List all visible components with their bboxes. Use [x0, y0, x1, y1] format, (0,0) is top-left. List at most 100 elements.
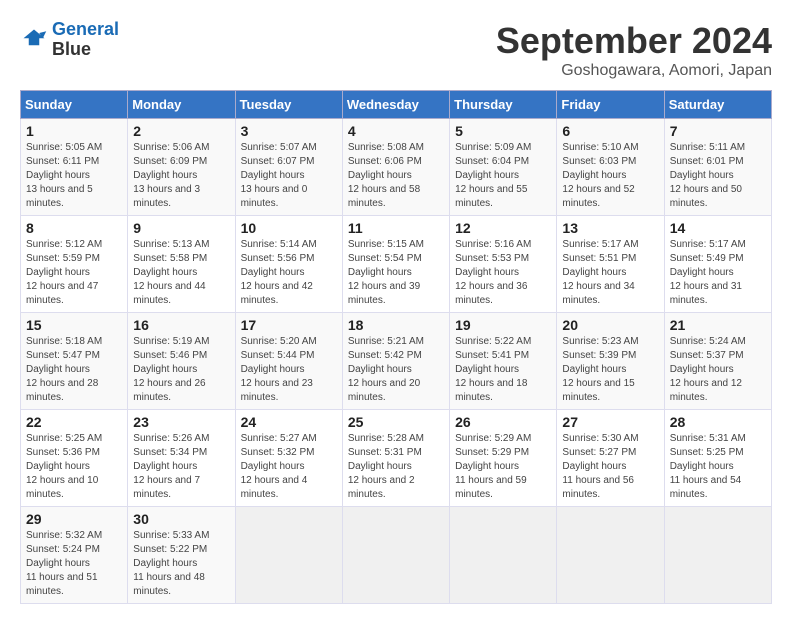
day-number: 26 [455, 414, 551, 430]
calendar-cell: 22Sunrise: 5:25 AMSunset: 5:36 PMDayligh… [21, 410, 128, 507]
calendar-cell: 10Sunrise: 5:14 AMSunset: 5:56 PMDayligh… [235, 216, 342, 313]
calendar-cell: 27 Sunrise: 5:30 AMSunset: 5:27 PMDayligh… [557, 410, 664, 507]
cell-content: Sunrise: 5:24 AMSunset: 5:37 PMDaylight … [670, 335, 766, 405]
day-number: 16 [133, 317, 229, 333]
column-header-saturday: Saturday [664, 91, 771, 119]
day-number: 6 [562, 123, 658, 139]
cell-content: Sunrise: 5:29 AMSunset: 5:29 PMDaylight … [455, 432, 551, 502]
day-number: 9 [133, 220, 229, 236]
cell-content: Sunrise: 5:11 AMSunset: 6:01 PMDaylight … [670, 141, 766, 211]
calendar-cell: 28 Sunrise: 5:31 AMSunset: 5:25 PMDayligh… [664, 410, 771, 507]
cell-content: Sunrise: 5:09 AMSunset: 6:04 PMDaylight … [455, 141, 551, 211]
day-number: 30 [133, 511, 229, 527]
calendar-cell: 5 Sunrise: 5:09 AMSunset: 6:04 PMDaylight… [450, 119, 557, 216]
calendar-week-row: 8Sunrise: 5:12 AMSunset: 5:59 PMDaylight… [21, 216, 772, 313]
cell-content: Sunrise: 5:12 AMSunset: 5:59 PMDaylight … [26, 238, 122, 308]
calendar-cell: 25 Sunrise: 5:28 AMSunset: 5:31 PMDayligh… [342, 410, 449, 507]
calendar-cell [342, 507, 449, 604]
calendar-cell: 16 Sunrise: 5:19 AMSunset: 5:46 PMDayligh… [128, 313, 235, 410]
logo-icon [20, 26, 48, 54]
calendar-cell: 12 Sunrise: 5:16 AMSunset: 5:53 PMDayligh… [450, 216, 557, 313]
day-number: 15 [26, 317, 122, 333]
cell-content: Sunrise: 5:32 AMSunset: 5:24 PMDaylight … [26, 529, 122, 599]
day-number: 7 [670, 123, 766, 139]
calendar-cell: 15 Sunrise: 5:18 AMSunset: 5:47 PMDayligh… [21, 313, 128, 410]
day-number: 25 [348, 414, 444, 430]
cell-content: Sunrise: 5:30 AMSunset: 5:27 PMDaylight … [562, 432, 658, 502]
day-number: 3 [241, 123, 337, 139]
calendar-cell: 24 Sunrise: 5:27 AMSunset: 5:32 PMDayligh… [235, 410, 342, 507]
month-title: September 2024 [496, 20, 772, 62]
column-header-tuesday: Tuesday [235, 91, 342, 119]
day-number: 11 [348, 220, 444, 236]
calendar-week-row: 29 Sunrise: 5:32 AMSunset: 5:24 PMDayligh… [21, 507, 772, 604]
cell-content: Sunrise: 5:17 AMSunset: 5:51 PMDaylight … [562, 238, 658, 308]
cell-content: Sunrise: 5:31 AMSunset: 5:25 PMDaylight … [670, 432, 766, 502]
day-number: 17 [241, 317, 337, 333]
calendar-cell: 11 Sunrise: 5:15 AMSunset: 5:54 PMDayligh… [342, 216, 449, 313]
day-number: 20 [562, 317, 658, 333]
cell-content: Sunrise: 5:22 AMSunset: 5:41 PMDaylight … [455, 335, 551, 405]
day-number: 12 [455, 220, 551, 236]
cell-content: Sunrise: 5:19 AMSunset: 5:46 PMDaylight … [133, 335, 229, 405]
cell-content: Sunrise: 5:10 AMSunset: 6:03 PMDaylight … [562, 141, 658, 211]
calendar-cell: 18 Sunrise: 5:21 AMSunset: 5:42 PMDayligh… [342, 313, 449, 410]
day-number: 1 [26, 123, 122, 139]
cell-content: Sunrise: 5:20 AMSunset: 5:44 PMDaylight … [241, 335, 337, 405]
cell-content: Sunrise: 5:06 AMSunset: 6:09 PMDaylight … [133, 141, 229, 211]
location: Goshogawara, Aomori, Japan [496, 62, 772, 80]
cell-content: Sunrise: 5:16 AMSunset: 5:53 PMDaylight … [455, 238, 551, 308]
cell-content: Sunrise: 5:17 AMSunset: 5:49 PMDaylight … [670, 238, 766, 308]
calendar-table: SundayMondayTuesdayWednesdayThursdayFrid… [20, 90, 772, 604]
cell-content: Sunrise: 5:23 AMSunset: 5:39 PMDaylight … [562, 335, 658, 405]
calendar-week-row: 22Sunrise: 5:25 AMSunset: 5:36 PMDayligh… [21, 410, 772, 507]
day-number: 28 [670, 414, 766, 430]
calendar-cell: 17 Sunrise: 5:20 AMSunset: 5:44 PMDayligh… [235, 313, 342, 410]
cell-content: Sunrise: 5:15 AMSunset: 5:54 PMDaylight … [348, 238, 444, 308]
calendar-week-row: 15 Sunrise: 5:18 AMSunset: 5:47 PMDayligh… [21, 313, 772, 410]
day-number: 29 [26, 511, 122, 527]
day-number: 2 [133, 123, 229, 139]
calendar-cell: 29 Sunrise: 5:32 AMSunset: 5:24 PMDayligh… [21, 507, 128, 604]
cell-content: Sunrise: 5:33 AMSunset: 5:22 PMDaylight … [133, 529, 229, 599]
title-block: September 2024 Goshogawara, Aomori, Japa… [496, 20, 772, 80]
logo-text: GeneralBlue [52, 20, 119, 60]
day-number: 5 [455, 123, 551, 139]
calendar-cell: 4Sunrise: 5:08 AMSunset: 6:06 PMDaylight… [342, 119, 449, 216]
day-number: 13 [562, 220, 658, 236]
calendar-cell: 26 Sunrise: 5:29 AMSunset: 5:29 PMDayligh… [450, 410, 557, 507]
calendar-cell: 2 Sunrise: 5:06 AMSunset: 6:09 PMDaylight… [128, 119, 235, 216]
calendar-cell: 1 Sunrise: 5:05 AMSunset: 6:11 PMDaylight… [21, 119, 128, 216]
calendar-cell: 8Sunrise: 5:12 AMSunset: 5:59 PMDaylight… [21, 216, 128, 313]
calendar-header-row: SundayMondayTuesdayWednesdayThursdayFrid… [21, 91, 772, 119]
day-number: 27 [562, 414, 658, 430]
day-number: 23 [133, 414, 229, 430]
cell-content: Sunrise: 5:25 AMSunset: 5:36 PMDaylight … [26, 432, 122, 502]
day-number: 18 [348, 317, 444, 333]
cell-content: Sunrise: 5:13 AMSunset: 5:58 PMDaylight … [133, 238, 229, 308]
page-header: GeneralBlue September 2024 Goshogawara, … [20, 20, 772, 80]
logo: GeneralBlue [20, 20, 119, 60]
cell-content: Sunrise: 5:08 AMSunset: 6:06 PMDaylight … [348, 141, 444, 211]
cell-content: Sunrise: 5:21 AMSunset: 5:42 PMDaylight … [348, 335, 444, 405]
column-header-sunday: Sunday [21, 91, 128, 119]
calendar-cell: 13 Sunrise: 5:17 AMSunset: 5:51 PMDayligh… [557, 216, 664, 313]
cell-content: Sunrise: 5:05 AMSunset: 6:11 PMDaylight … [26, 141, 122, 211]
column-header-friday: Friday [557, 91, 664, 119]
cell-content: Sunrise: 5:07 AMSunset: 6:07 PMDaylight … [241, 141, 337, 211]
calendar-cell [450, 507, 557, 604]
day-number: 24 [241, 414, 337, 430]
calendar-cell: 3 Sunrise: 5:07 AMSunset: 6:07 PMDaylight… [235, 119, 342, 216]
cell-content: Sunrise: 5:28 AMSunset: 5:31 PMDaylight … [348, 432, 444, 502]
calendar-cell: 9 Sunrise: 5:13 AMSunset: 5:58 PMDaylight… [128, 216, 235, 313]
day-number: 21 [670, 317, 766, 333]
calendar-week-row: 1 Sunrise: 5:05 AMSunset: 6:11 PMDaylight… [21, 119, 772, 216]
cell-content: Sunrise: 5:18 AMSunset: 5:47 PMDaylight … [26, 335, 122, 405]
cell-content: Sunrise: 5:27 AMSunset: 5:32 PMDaylight … [241, 432, 337, 502]
calendar-cell: 6 Sunrise: 5:10 AMSunset: 6:03 PMDaylight… [557, 119, 664, 216]
day-number: 19 [455, 317, 551, 333]
calendar-cell: 19 Sunrise: 5:22 AMSunset: 5:41 PMDayligh… [450, 313, 557, 410]
column-header-thursday: Thursday [450, 91, 557, 119]
calendar-cell [664, 507, 771, 604]
calendar-cell: 23Sunrise: 5:26 AMSunset: 5:34 PMDayligh… [128, 410, 235, 507]
